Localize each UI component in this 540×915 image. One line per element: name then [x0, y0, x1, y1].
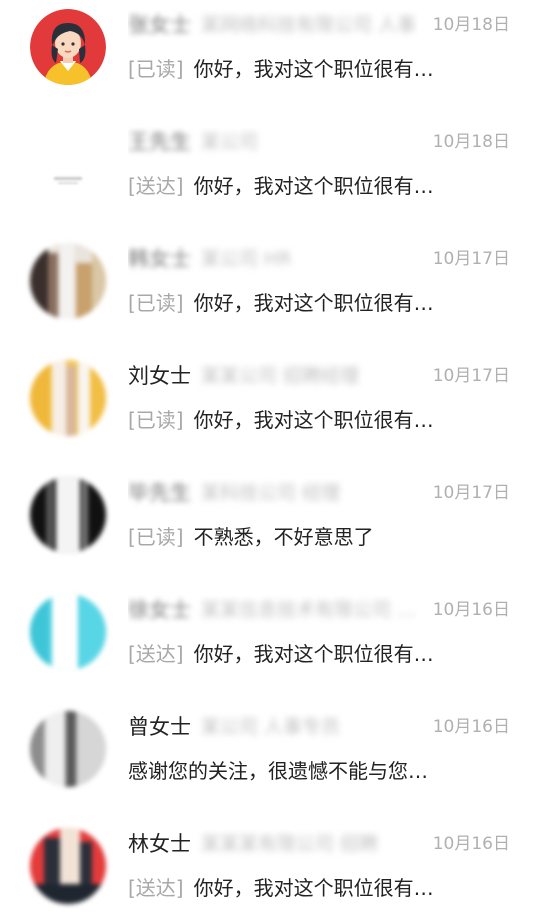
photo-avatar-icon — [30, 594, 106, 670]
read-status: [送达] — [128, 876, 184, 900]
conversation-item[interactable]: 徐女士 某某信息技术有限公司 … 10月16日 [送达] 你好，我对这个职位很有… — [0, 585, 540, 702]
cartoon-woman-avatar-icon — [30, 9, 106, 85]
message-date: 10月18日 — [432, 15, 510, 35]
photo-avatar-icon — [30, 360, 106, 436]
message-preview: [送达] 你好，我对这个职位很有… — [128, 639, 488, 669]
contact-name: 张女士 — [128, 13, 191, 37]
company-title: 某科技公司 经理 — [201, 482, 341, 504]
message-text: 你好，我对这个职位很有… — [193, 876, 434, 900]
conversation-item[interactable]: 王先生 某公司 10月18日 [送达] 你好，我对这个职位很有… — [0, 117, 540, 234]
conversation-item[interactable]: 张女士 某网络科技有限公司 人事 10月18日 [已读] 你好，我对这个职位很有… — [0, 0, 540, 117]
company-title: 某公司 HR — [201, 248, 292, 270]
avatar[interactable] — [30, 711, 106, 787]
company-logo-avatar-icon — [30, 126, 106, 202]
message-preview: [送达] 你好，我对这个职位很有… — [128, 171, 488, 201]
message-text: 你好，我对这个职位很有… — [193, 642, 434, 666]
avatar[interactable] — [30, 243, 106, 319]
conversation-item[interactable]: 毕先生 某科技公司 经理 10月17日 [已读] 不熟悉，不好意思了 — [0, 468, 540, 585]
company-title: 某网络科技有限公司 人事 — [201, 14, 417, 36]
photo-avatar-icon — [30, 477, 106, 553]
conversation-item[interactable]: 韩女士 某公司 HR 10月17日 [已读] 你好，我对这个职位很有… — [0, 234, 540, 351]
contact-name: 毕先生 — [128, 481, 191, 505]
avatar[interactable] — [30, 126, 106, 202]
message-text: 你好，我对这个职位很有… — [193, 57, 434, 81]
conversation-list: 张女士 某网络科技有限公司 人事 10月18日 [已读] 你好，我对这个职位很有… … — [0, 0, 540, 915]
contact-name: 韩女士 — [128, 247, 191, 271]
read-status: [送达] — [128, 174, 184, 198]
message-preview: 感谢您的关注，很遗憾不能与您… — [128, 756, 488, 786]
read-status: [送达] — [128, 642, 184, 666]
contact-name: 徐女士 — [128, 598, 191, 622]
message-date: 10月17日 — [432, 249, 510, 269]
message-preview: [已读] 你好，我对这个职位很有… — [128, 405, 488, 435]
title-line: 曾女士 某公司 人事专员 — [128, 712, 418, 742]
message-date: 10月16日 — [432, 600, 510, 620]
photo-avatar-icon — [30, 243, 106, 319]
photo-avatar-icon — [30, 828, 106, 904]
company-title: 某公司 人事专员 — [201, 716, 341, 738]
avatar[interactable] — [30, 594, 106, 670]
company-title: 某公司 — [201, 131, 259, 153]
avatar[interactable] — [30, 477, 106, 553]
avatar[interactable] — [30, 828, 106, 904]
title-line: 林女士 某某某有限公司 招聘 — [128, 829, 418, 859]
message-date: 10月18日 — [432, 132, 510, 152]
title-line: 韩女士 某公司 HR — [128, 244, 418, 274]
message-preview: [已读] 不熟悉，不好意思了 — [128, 522, 488, 552]
conversation-item[interactable]: 曾女士 某公司 人事专员 10月16日 感谢您的关注，很遗憾不能与您… — [0, 702, 540, 819]
message-date: 10月16日 — [432, 717, 510, 737]
conversation-item[interactable]: 刘女士 某某公司 招聘经理 10月17日 [已读] 你好，我对这个职位很有… — [0, 351, 540, 468]
avatar[interactable] — [30, 9, 106, 85]
conversation-item[interactable]: 林女士 某某某有限公司 招聘 10月16日 [送达] 你好，我对这个职位很有… — [0, 819, 540, 915]
read-status: [已读] — [128, 408, 184, 432]
message-preview: [已读] 你好，我对这个职位很有… — [128, 288, 488, 318]
read-status: [已读] — [128, 291, 184, 315]
message-text: 不熟悉，不好意思了 — [193, 525, 374, 549]
contact-name: 曾女士 — [128, 715, 191, 739]
message-text: 感谢您的关注，很遗憾不能与您… — [128, 759, 428, 783]
company-title: 某某公司 招聘经理 — [201, 365, 360, 387]
title-line: 王先生 某公司 — [128, 127, 418, 157]
company-title: 某某某有限公司 招聘 — [201, 833, 379, 855]
read-status: [已读] — [128, 57, 184, 81]
message-date: 10月17日 — [432, 366, 510, 386]
message-preview: [送达] 你好，我对这个职位很有… — [128, 873, 488, 903]
title-line: 徐女士 某某信息技术有限公司 … — [128, 595, 418, 625]
title-line: 刘女士 某某公司 招聘经理 — [128, 361, 418, 391]
photo-avatar-icon — [30, 711, 106, 787]
message-date: 10月16日 — [432, 834, 510, 854]
contact-name: 刘女士 — [128, 364, 191, 388]
message-preview: [已读] 你好，我对这个职位很有… — [128, 54, 488, 84]
message-text: 你好，我对这个职位很有… — [193, 174, 434, 198]
read-status: [已读] — [128, 525, 184, 549]
avatar[interactable] — [30, 360, 106, 436]
message-date: 10月17日 — [432, 483, 510, 503]
company-title: 某某信息技术有限公司 … — [201, 599, 417, 621]
title-line: 毕先生 某科技公司 经理 — [128, 478, 418, 508]
contact-name: 王先生 — [128, 130, 191, 154]
message-text: 你好，我对这个职位很有… — [193, 408, 434, 432]
title-line: 张女士 某网络科技有限公司 人事 — [128, 10, 418, 40]
message-text: 你好，我对这个职位很有… — [193, 291, 434, 315]
contact-name: 林女士 — [128, 832, 191, 856]
